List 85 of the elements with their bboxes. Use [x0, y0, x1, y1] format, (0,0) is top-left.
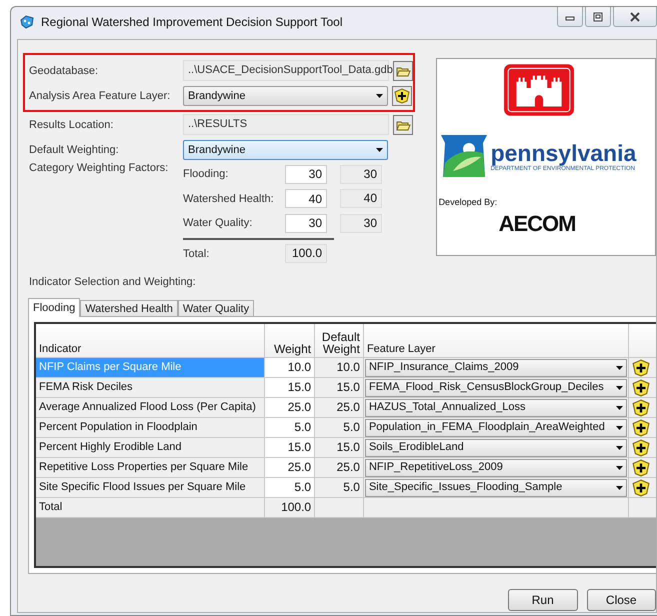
weight-cell[interactable]: 5.0: [265, 418, 316, 438]
weight-cell[interactable]: 5.0: [265, 478, 316, 498]
factor-label: Flooding:: [183, 168, 230, 180]
default-weight-cell: 5.0: [315, 418, 364, 438]
dialog-button[interactable]: Run: [508, 589, 578, 611]
field-label: Results Location:: [29, 118, 114, 130]
default-weight-cell: 5.0: [315, 478, 364, 498]
indicator-cell[interactable]: Repetitive Loss Properties per Square Mile: [36, 458, 266, 478]
default-weight-cell: 15.0: [315, 378, 364, 398]
caret-icon: [616, 386, 624, 390]
field-label: Default Weighting:: [29, 144, 120, 156]
caret-icon: [616, 466, 624, 470]
caret-icon: [376, 148, 383, 152]
caret-icon: [616, 486, 624, 490]
layer-dropdown[interactable]: NFIP_RepetitiveLoss_2009: [364, 458, 628, 476]
factor-label: Water Quality:: [183, 217, 254, 230]
dialog-button[interactable]: Close: [586, 589, 656, 611]
tab[interactable]: Watershed Health: [80, 300, 178, 316]
caret-icon: [616, 406, 624, 410]
add-layer-icon[interactable]: [632, 418, 650, 436]
developed-by-label: Developed By:: [438, 197, 498, 207]
maximize-icon: [592, 10, 604, 22]
add-layer-icon[interactable]: [632, 358, 650, 376]
layer-dropdown[interactable]: HAZUS_Total_Annualized_Loss: [364, 398, 628, 416]
layer-dropdown[interactable]: Population_in_FEMA_Floodplain_AreaWeighted: [364, 418, 628, 436]
app-icon: [19, 14, 35, 30]
add-icon: [394, 88, 410, 104]
layer-dropdown[interactable]: NFIP_Insurance_Claims_2009: [364, 358, 628, 376]
developer-name: AECOM: [498, 211, 576, 237]
field-label: Category Weighting Factors:: [29, 162, 170, 176]
indicator-cell[interactable]: Site Specific Flood Issues per Square Mile: [36, 478, 266, 498]
add-layer-icon[interactable]: [632, 398, 650, 416]
weight-cell[interactable]: 25.0: [265, 398, 316, 418]
add-layer-icon[interactable]: [632, 438, 650, 456]
caret-icon: [616, 446, 624, 450]
total-field: 100.0: [285, 244, 327, 264]
total-label: Total: [36, 498, 266, 518]
add-button[interactable]: [392, 86, 412, 106]
layer-dropdown[interactable]: FEMA_Flood_Risk_CensusBlockGroup_Deciles: [364, 378, 628, 396]
caret-icon: [616, 426, 624, 430]
weight-cell[interactable]: 25.0: [265, 458, 316, 478]
window-title: Regional Watershed Improvement Decision Support Tool: [41, 15, 342, 29]
factor-label: Watershed Health:: [183, 192, 275, 205]
default-weight-cell: 15.0: [315, 438, 364, 458]
weight-input[interactable]: 40: [285, 189, 327, 208]
indicator-cell[interactable]: FEMA Risk Deciles: [36, 378, 266, 398]
weight-cell[interactable]: 15.0: [265, 378, 316, 398]
indicator-cell[interactable]: Average Annualized Flood Loss (Per Capita): [36, 398, 266, 418]
total-label: Total:: [183, 248, 210, 260]
default-weight-field: 40: [340, 189, 382, 208]
add-layer-icon[interactable]: [632, 478, 650, 496]
indicator-cell[interactable]: Percent Highly Erodible Land: [36, 438, 266, 458]
default-weight-field: 30: [340, 164, 382, 184]
keystone-logo: [438, 133, 489, 179]
default-weight-cell: 25.0: [315, 398, 364, 418]
close-icon: [629, 10, 641, 22]
caret-icon: [616, 366, 624, 370]
default-weight-cell: 10.0: [315, 358, 364, 378]
add-layer-icon[interactable]: [632, 458, 650, 476]
default-weight-field: 30: [340, 214, 382, 233]
caret-icon: [376, 94, 383, 98]
layer-dropdown[interactable]: Soils_ErodibleLand: [364, 438, 628, 456]
layer-dropdown[interactable]: Brandywine: [183, 86, 388, 106]
close-button[interactable]: [613, 7, 657, 27]
weight-cell[interactable]: 10.0: [265, 358, 316, 378]
field-label: Geodatabase:: [29, 64, 100, 76]
weight-input[interactable]: 30: [285, 214, 327, 233]
tab[interactable]: Water Quality: [178, 300, 254, 316]
field-label: Analysis Area Feature Layer:: [29, 90, 172, 102]
default-weight-cell: 25.0: [315, 458, 364, 478]
section-label: Indicator Selection and Weighting:: [29, 276, 197, 288]
weighting-dropdown[interactable]: Brandywine: [183, 140, 388, 160]
folder-button[interactable]: [393, 60, 413, 80]
agency-name: pennsylvania: [490, 140, 636, 166]
folder-button[interactable]: [393, 114, 413, 134]
total-cell: 100.0: [265, 498, 316, 518]
weight-cell[interactable]: 15.0: [265, 438, 316, 458]
add-layer-icon[interactable]: [632, 378, 650, 396]
maximize-button[interactable]: [585, 7, 611, 27]
indicator-cell[interactable]: Percent Population in Floodplain: [36, 418, 266, 438]
weight-input[interactable]: 30: [285, 164, 327, 184]
layer-dropdown[interactable]: Site_Specific_Issues_Flooding_Sample: [364, 478, 628, 496]
path-field: ..\RESULTS: [183, 114, 389, 135]
tab[interactable]: Flooding: [28, 298, 80, 317]
minimize-button[interactable]: [557, 7, 583, 27]
